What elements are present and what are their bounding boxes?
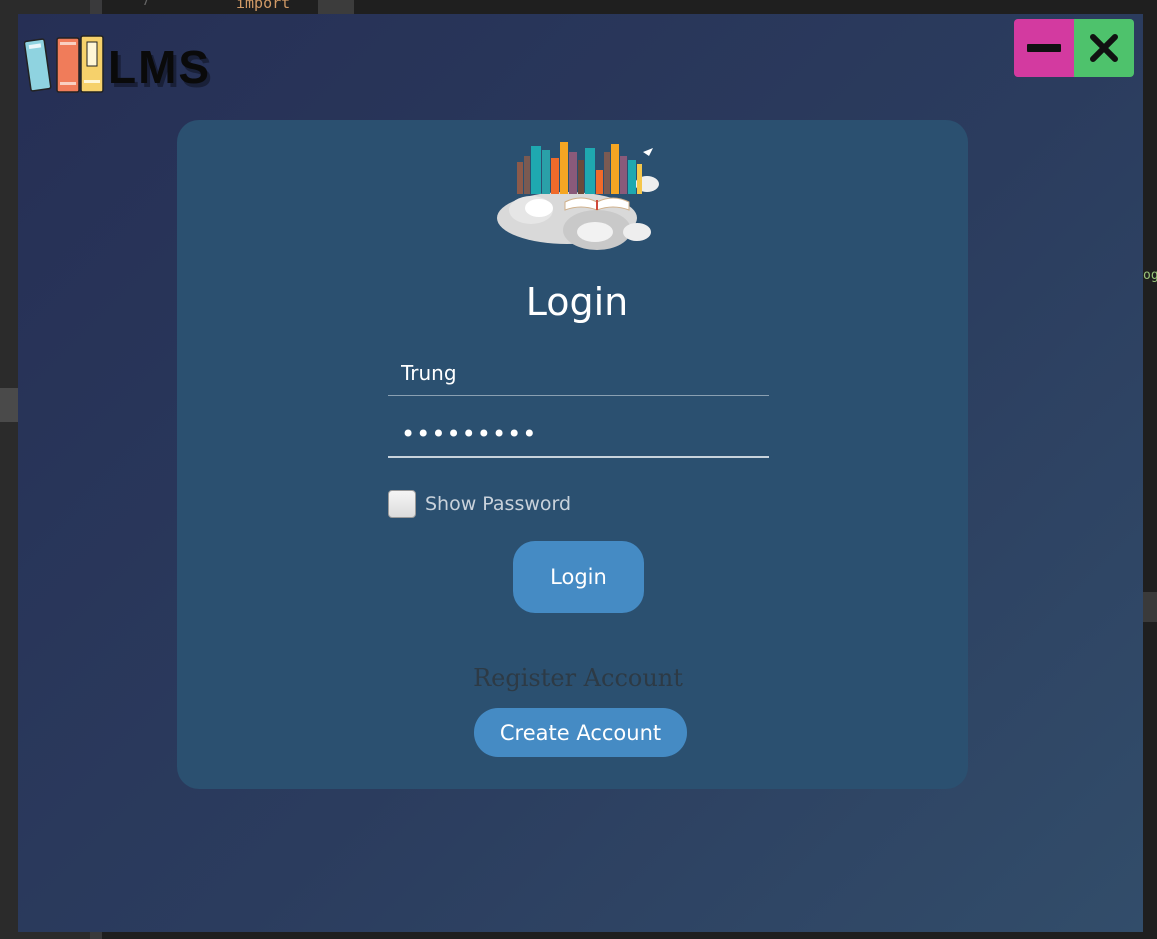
login-title: Login: [525, 280, 629, 324]
show-password-checkbox[interactable]: [388, 490, 416, 518]
books-logo-icon: [24, 35, 104, 93]
minimize-button[interactable]: [1014, 19, 1074, 77]
password-input[interactable]: [388, 412, 769, 458]
show-password-label: Show Password: [425, 493, 572, 515]
ide-marker: [0, 388, 18, 422]
username-input[interactable]: [388, 350, 769, 396]
ide-right-text: og: [1143, 268, 1157, 283]
x-icon: [1090, 34, 1118, 62]
create-account-button[interactable]: Create Account: [474, 708, 687, 757]
ide-code-snippet: import: [236, 0, 291, 12]
register-account-label: Register Account: [473, 664, 683, 692]
close-button[interactable]: [1074, 19, 1134, 77]
login-button[interactable]: Login: [513, 541, 644, 613]
login-card: Login Show Password Login Register Accou…: [177, 120, 968, 789]
ide-line-number: 7: [142, 0, 150, 9]
show-password-toggle[interactable]: Show Password: [388, 488, 571, 520]
books-cloud-illustration-icon: [497, 142, 659, 250]
ide-right-marker: [1143, 592, 1157, 622]
minus-icon: [1027, 44, 1061, 52]
logo-text: LMS: [108, 41, 212, 93]
lms-logo: LMS: [24, 34, 240, 96]
ide-tab: [318, 0, 354, 14]
app-window: LMS Login Trung ••••••••• Show Password …: [18, 14, 1143, 932]
